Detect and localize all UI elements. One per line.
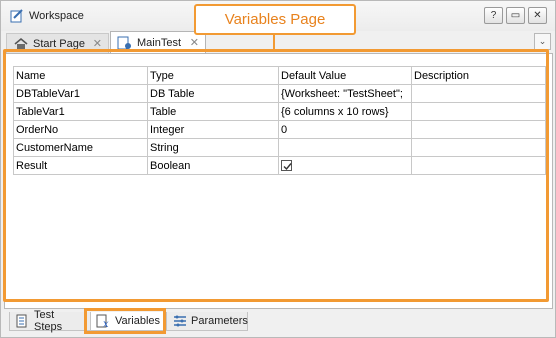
variables-table: Name Type Default Value Description DBTa…	[13, 66, 546, 175]
test-icon	[117, 36, 133, 50]
column-header-default-value[interactable]: Default Value	[278, 66, 412, 85]
cell-type[interactable]: Integer	[147, 120, 279, 139]
tab-label: Test Steps	[34, 309, 63, 333]
tab-parameters[interactable]: Parameters	[166, 312, 248, 331]
svg-text:x: x	[103, 319, 109, 328]
tab-label: Start Page	[33, 37, 85, 50]
cell-name[interactable]: CustomerName	[13, 138, 148, 157]
cell-name[interactable]: DBTableVar1	[13, 84, 148, 103]
cell-description[interactable]	[411, 84, 546, 103]
home-icon	[13, 37, 29, 51]
workspace-icon	[10, 9, 24, 23]
table-row[interactable]: Result Boolean	[13, 156, 546, 175]
tab-start-page[interactable]: Start Page ✕	[6, 33, 109, 53]
cell-default-value[interactable]: 0	[278, 120, 412, 139]
table-row[interactable]: CustomerName String	[13, 138, 546, 157]
callout-connector	[273, 35, 275, 49]
cell-description[interactable]	[411, 156, 546, 175]
variables-icon: x	[96, 314, 112, 330]
cell-default-value[interactable]	[278, 138, 412, 157]
tab-label: Variables	[115, 315, 161, 327]
cell-type[interactable]: Boolean	[147, 156, 279, 175]
workspace-window: Workspace ? ▭ ✕ Start Page ✕ MainTest ✕ …	[0, 0, 556, 338]
tab-maintest[interactable]: MainTest ✕	[110, 31, 206, 53]
cell-name[interactable]: Result	[13, 156, 148, 175]
test-steps-icon	[15, 314, 31, 328]
bottom-tab-strip: Test Steps x Variables Parameters	[4, 309, 553, 337]
cell-default-value[interactable]: {Worksheet: "TestSheet";	[278, 84, 412, 103]
cell-default-value[interactable]	[278, 156, 412, 175]
cell-name[interactable]: OrderNo	[13, 120, 148, 139]
tab-label: Parameters	[191, 315, 248, 327]
cell-type[interactable]: Table	[147, 102, 279, 121]
tab-label: MainTest	[137, 36, 182, 49]
column-header-name[interactable]: Name	[13, 66, 148, 85]
cell-description[interactable]	[411, 138, 546, 157]
column-header-type[interactable]: Type	[147, 66, 279, 85]
close-tab-icon[interactable]: ✕	[190, 36, 199, 49]
table-row[interactable]: TableVar1 Table {6 columns x 10 rows}	[13, 102, 546, 121]
cell-name[interactable]: TableVar1	[13, 102, 148, 121]
cell-type[interactable]: String	[147, 138, 279, 157]
tab-variables[interactable]: x Variables	[90, 312, 166, 331]
tab-test-steps[interactable]: Test Steps	[9, 309, 91, 333]
cell-default-value[interactable]: {6 columns x 10 rows}	[278, 102, 412, 121]
cell-type[interactable]: DB Table	[147, 84, 279, 103]
parameters-icon	[172, 314, 188, 328]
column-header-description[interactable]: Description	[411, 66, 546, 85]
close-tab-icon[interactable]: ✕	[93, 37, 102, 50]
variables-page-callout: Variables Page	[194, 4, 356, 35]
restore-button[interactable]: ▭	[506, 7, 525, 24]
close-button[interactable]: ✕	[528, 7, 547, 24]
boolean-checkbox[interactable]	[281, 160, 292, 172]
table-row[interactable]: DBTableVar1 DB Table {Worksheet: "TestSh…	[13, 84, 546, 103]
tab-menu-button[interactable]: ⌄	[534, 33, 551, 50]
cell-description[interactable]	[411, 102, 546, 121]
variables-panel: Name Type Default Value Description DBTa…	[4, 53, 553, 309]
table-row[interactable]: OrderNo Integer 0	[13, 120, 546, 139]
help-button[interactable]: ?	[484, 7, 503, 24]
table-header-row: Name Type Default Value Description	[13, 66, 546, 85]
cell-description[interactable]	[411, 120, 546, 139]
window-title: Workspace	[29, 10, 84, 22]
